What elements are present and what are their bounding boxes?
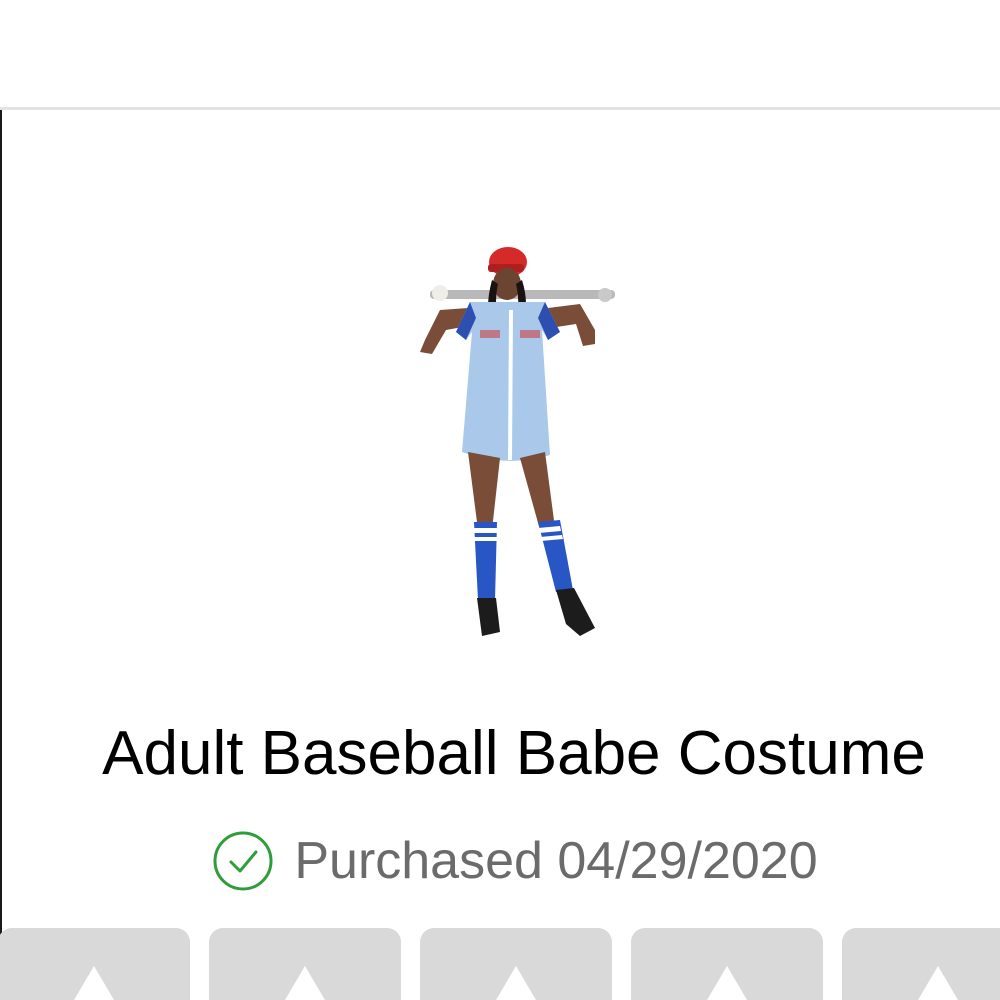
star-icon [74,966,114,1000]
rating-tile-1[interactable] [0,928,190,1000]
ball-shape [432,285,448,301]
star-icon [918,966,958,1000]
rating-tiles [0,928,1000,1000]
star-icon [285,966,325,1000]
purchase-status: Purchased 04/29/2020 [0,830,1000,892]
rating-tile-2[interactable] [209,928,401,1000]
rating-tile-5[interactable] [842,928,1000,1000]
product-image [420,247,615,636]
header-divider [0,107,1000,110]
top-bar [0,0,1000,107]
star-icon [496,966,536,1000]
star-icon [707,966,747,1000]
check-circle-icon [213,831,273,891]
purchase-date-text: Purchased 04/29/2020 [294,832,818,890]
sock-shape [474,522,497,600]
rating-tile-4[interactable] [631,928,823,1000]
purchase-detail-screen: Adult Baseball Babe Costume Purchased 04… [0,0,1000,1000]
rating-tile-3[interactable] [420,928,612,1000]
product-title: Adult Baseball Babe Costume [102,719,926,788]
